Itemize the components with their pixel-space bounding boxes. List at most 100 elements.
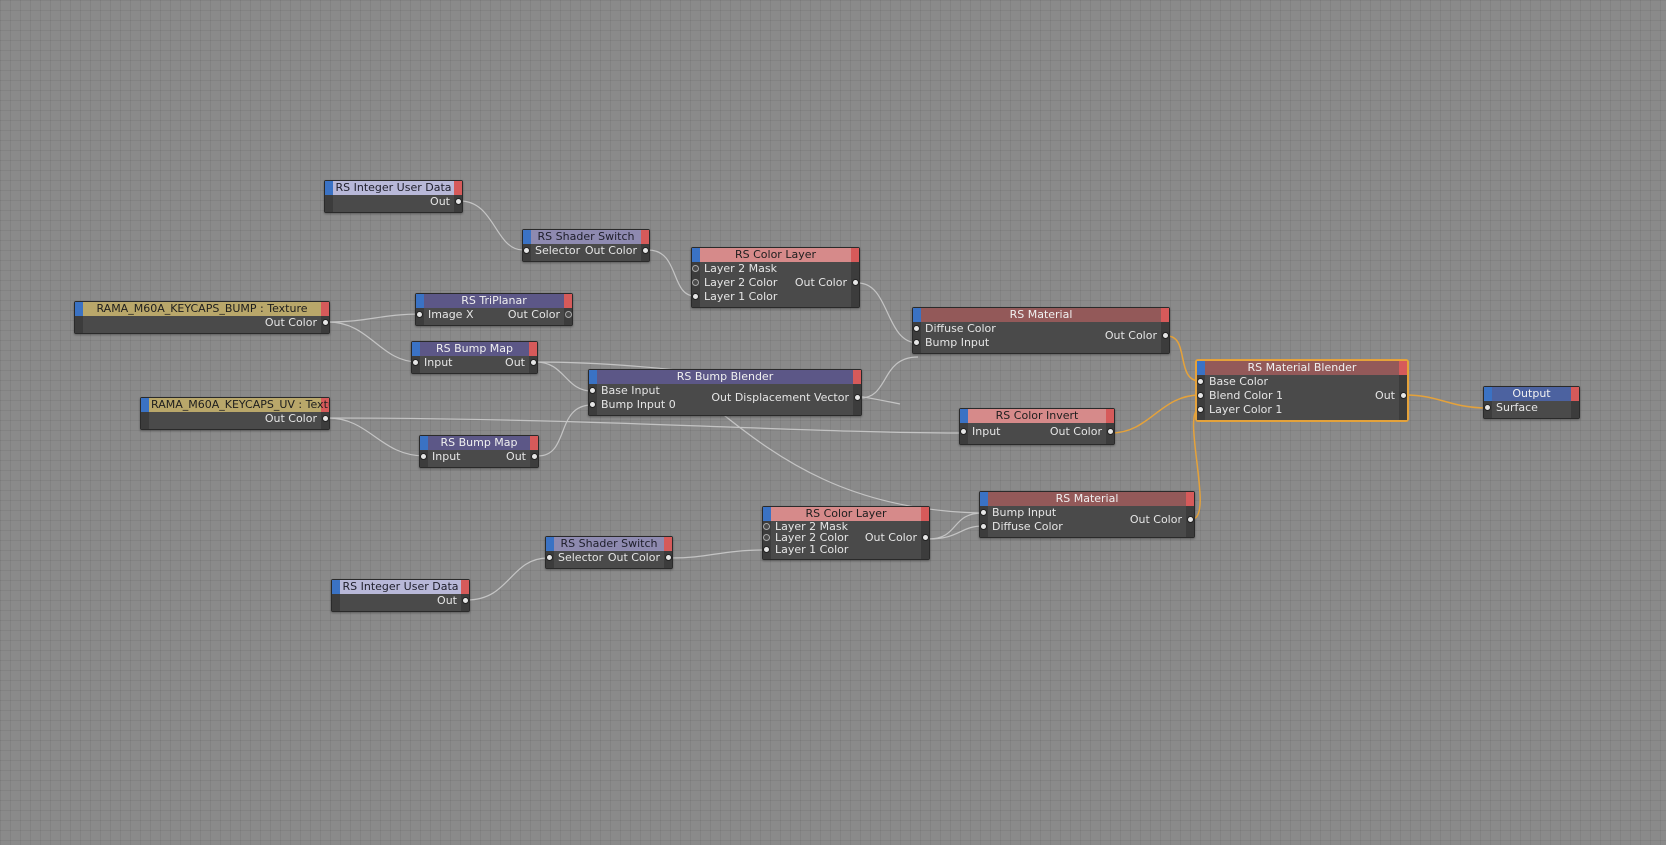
node-integer-user-data-2[interactable]: RS Integer User Data Out (331, 579, 470, 612)
node-bump-map-1[interactable]: RS Bump Map Input Out (411, 341, 538, 374)
port-bump-input-0[interactable]: Bump Input 0 Out Displacement Vector (589, 391, 861, 412)
node-texture-uv[interactable]: RAMA_M60A_KEYCAPS_UV : Texture Out Color (140, 397, 330, 430)
node-header[interactable]: RS Shader Switch (546, 537, 672, 551)
input-pin[interactable] (763, 546, 770, 553)
port-diffuse-color[interactable]: Diffuse Color (980, 520, 1186, 534)
port-layer-color-1[interactable]: Layer Color 1 (1197, 403, 1399, 417)
port-blend-color-1[interactable]: Blend Color 1 Out (1197, 389, 1407, 403)
node-header[interactable]: RAMA_M60A_KEYCAPS_BUMP : Texture (75, 302, 329, 316)
input-pin[interactable] (960, 428, 967, 435)
node-material-1[interactable]: RS Material Diffuse Color Out Color Bump … (912, 307, 1170, 354)
input-pin[interactable] (1197, 378, 1204, 385)
input-pin[interactable] (763, 534, 770, 541)
input-pin[interactable] (692, 279, 699, 286)
input-pin[interactable] (416, 311, 423, 318)
input-pin[interactable] (980, 523, 987, 530)
node-header[interactable]: Output (1484, 387, 1579, 401)
output-pin[interactable] (642, 247, 649, 254)
output-pin[interactable] (665, 554, 672, 561)
node-output[interactable]: Output Surface (1483, 386, 1580, 419)
input-pin[interactable] (913, 325, 920, 332)
input-pin[interactable] (692, 293, 699, 300)
node-color-layer-2[interactable]: RS Color Layer Layer 2 Mask Layer 2 Colo… (762, 506, 930, 560)
output-pin[interactable] (565, 311, 572, 318)
output-pin[interactable] (1162, 332, 1169, 339)
node-header[interactable]: RS Color Layer (692, 248, 859, 262)
node-title: RS Shader Switch (537, 230, 635, 243)
input-pin[interactable] (412, 359, 419, 366)
port-surface[interactable]: Surface (1484, 401, 1571, 415)
output-pin[interactable] (462, 597, 469, 604)
node-bump-blender[interactable]: RS Bump Blender Base Input Bump Input 0O… (588, 369, 862, 416)
input-pin[interactable] (589, 401, 596, 408)
input-pin[interactable] (1197, 392, 1204, 399)
node-header[interactable]: RS TriPlanar (416, 294, 572, 308)
port-layer2-mask[interactable]: Layer 2 Mask (692, 262, 851, 276)
port-out-color[interactable]: Out Color (149, 412, 329, 426)
port-input[interactable]: Input Out (420, 450, 538, 464)
output-pin[interactable] (530, 359, 537, 366)
input-pin[interactable] (763, 523, 770, 530)
node-header[interactable]: RS Bump Blender (589, 370, 861, 384)
node-bump-map-2[interactable]: RS Bump Map Input Out (419, 435, 539, 468)
node-header[interactable]: RS Bump Map (412, 342, 537, 356)
output-pin[interactable] (1400, 392, 1407, 399)
port-out[interactable]: Out (333, 195, 462, 209)
node-material-blender[interactable]: RS Material Blender Base Color Blend Col… (1196, 360, 1408, 421)
port-selector[interactable]: Selector Out Color (523, 244, 649, 258)
port-diffuse-color[interactable]: Diffuse Color Out Color (913, 322, 1169, 342)
input-pin[interactable] (913, 339, 920, 346)
input-pin[interactable] (1197, 406, 1204, 413)
node-header[interactable]: RS Integer User Data (332, 580, 469, 594)
wire-tex1-bm1 (327, 321, 419, 363)
node-header[interactable]: RS Material (913, 308, 1169, 322)
port-bump-input[interactable]: Bump Input Out Color (980, 506, 1194, 526)
node-color-invert[interactable]: RS Color Invert Input Out Color (959, 408, 1115, 445)
port-selector[interactable]: Selector Out Color (546, 551, 672, 565)
port-layer1-color[interactable]: Layer 1 Color (692, 290, 851, 304)
node-header[interactable]: RS Integer User Data (325, 181, 462, 195)
output-pin[interactable] (922, 534, 929, 541)
output-pin[interactable] (852, 279, 859, 286)
node-color-layer-1[interactable]: RS Color Layer Layer 2 Mask Layer 2 Colo… (691, 247, 860, 308)
node-title: RS Shader Switch (560, 537, 658, 550)
input-pin[interactable] (692, 265, 699, 272)
port-out-color[interactable]: Out Color (83, 316, 329, 330)
node-shader-switch-2[interactable]: RS Shader Switch Selector Out Color (545, 536, 673, 569)
node-header[interactable]: RS Material (980, 492, 1194, 506)
node-header[interactable]: RS Shader Switch (523, 230, 649, 244)
node-triplanar[interactable]: RS TriPlanar Image X Out Color (415, 293, 573, 326)
node-header[interactable]: RS Color Invert (960, 409, 1114, 423)
node-material-2[interactable]: RS Material Bump Input Out Color Diffuse … (979, 491, 1195, 538)
node-header[interactable]: RS Material Blender (1197, 361, 1407, 375)
input-pin[interactable] (980, 509, 987, 516)
node-header[interactable]: RS Bump Map (420, 436, 538, 450)
input-pin[interactable] (523, 247, 530, 254)
port-layer2-color[interactable]: Layer 2 Color Out Color (692, 276, 859, 290)
output-pin[interactable] (322, 415, 329, 422)
node-title: RAMA_M60A_KEYCAPS_UV : Texture (151, 398, 329, 411)
port-base-color[interactable]: Base Color (1197, 375, 1399, 389)
port-out[interactable]: Out (340, 594, 469, 608)
node-header[interactable]: RAMA_M60A_KEYCAPS_UV : Texture (141, 398, 329, 412)
node-integer-user-data-1[interactable]: RS Integer User Data Out (324, 180, 463, 213)
output-pin[interactable] (455, 198, 462, 205)
output-pin[interactable] (1187, 516, 1194, 523)
port-layer1-color[interactable]: Layer 1 Color (763, 544, 921, 556)
node-shader-switch-1[interactable]: RS Shader Switch Selector Out Color (522, 229, 650, 262)
output-pin[interactable] (854, 394, 861, 401)
input-pin[interactable] (589, 387, 596, 394)
node-title: RS Integer User Data (342, 580, 459, 593)
port-input[interactable]: Input Out (412, 356, 537, 370)
output-pin[interactable] (322, 319, 329, 326)
input-pin[interactable] (420, 453, 427, 460)
output-pin[interactable] (531, 453, 538, 460)
port-input[interactable]: Input Out Color (960, 423, 1114, 441)
output-pin[interactable] (1107, 428, 1114, 435)
port-image-x[interactable]: Image X Out Color (416, 308, 572, 322)
input-pin[interactable] (546, 554, 553, 561)
node-header[interactable]: RS Color Layer (763, 507, 929, 521)
input-pin[interactable] (1484, 404, 1491, 411)
port-bump-input[interactable]: Bump Input (913, 336, 1161, 350)
node-texture-bump[interactable]: RAMA_M60A_KEYCAPS_BUMP : Texture Out Col… (74, 301, 330, 334)
